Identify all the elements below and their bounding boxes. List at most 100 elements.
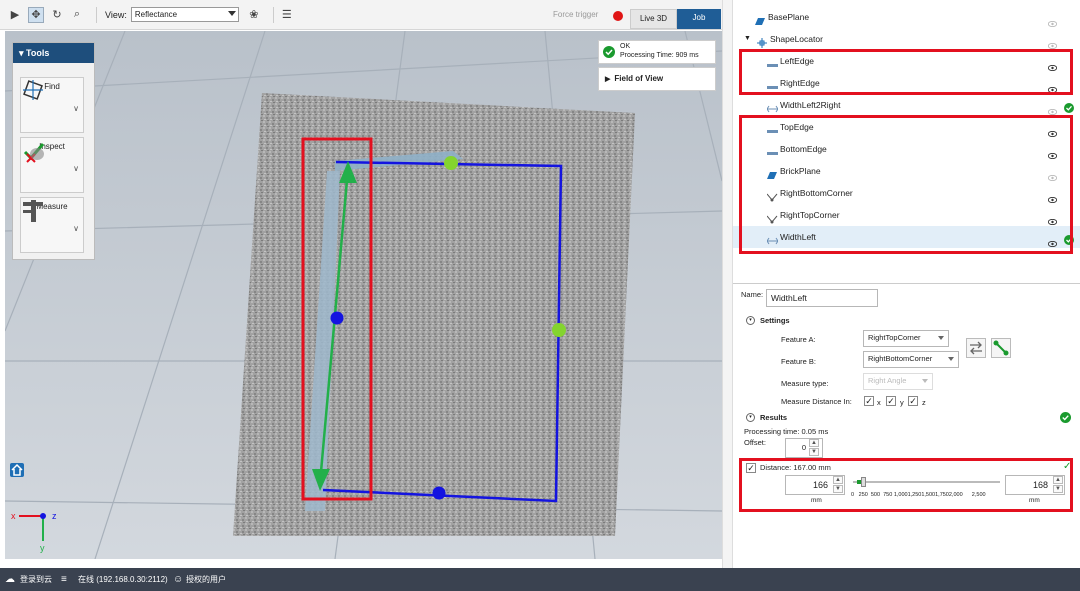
rotate-icon[interactable]: ↻: [50, 8, 64, 22]
distance-checkbox[interactable]: ✓: [746, 463, 756, 473]
chevron-right-icon: ▶: [605, 76, 611, 83]
connect-points-icon: [993, 340, 1009, 356]
axis-x-label: x: [877, 398, 881, 407]
name-field[interactable]: WidthLeft: [766, 289, 878, 307]
collapse-icon[interactable]: ▾: [746, 413, 755, 422]
name-label: Name:: [741, 290, 764, 299]
axis-z-checkbox[interactable]: ✓: [908, 396, 918, 406]
feature-b-value: RightBottomCorner: [868, 354, 933, 363]
swap-features-button[interactable]: [966, 338, 986, 358]
chevron-down-icon: [938, 336, 944, 340]
toolbar-divider: [272, 6, 274, 23]
max-increment-button[interactable]: ▲: [1053, 476, 1063, 484]
tree-item-label: WidthLeft2Right: [780, 100, 841, 110]
offset-decrement-button[interactable]: ▼: [809, 448, 819, 456]
record-icon[interactable]: [613, 11, 623, 21]
pointer-icon[interactable]: ▶: [8, 8, 22, 22]
locator-icon: [757, 34, 767, 48]
width-icon: [766, 100, 779, 113]
check-circle-icon: [1060, 412, 1071, 423]
status-ok-text: OK: [620, 43, 631, 50]
feature-b-label: Feature B:: [781, 357, 817, 366]
tools-panel-header[interactable]: ▾ Tools: [13, 43, 94, 63]
handle-left: [330, 311, 344, 325]
plane-icon: [755, 12, 765, 25]
axis-z-label: z: [922, 398, 926, 407]
measure-type-dropdown[interactable]: Right Angle: [863, 373, 933, 390]
zoom-icon[interactable]: ⌕: [70, 8, 84, 22]
toolbar-divider: [96, 6, 97, 23]
chevron-down-icon: ∨: [73, 224, 79, 233]
caliper-icon: [23, 200, 43, 222]
tools-panel: ▾ Tools Find ∨ Inspect ∨ Measure ∨: [12, 42, 95, 260]
tree-item-shapelocator[interactable]: ▼ ShapeLocator: [733, 28, 1080, 50]
chevron-down-icon: [948, 357, 954, 361]
tool-find-button[interactable]: Find ∨: [20, 77, 84, 133]
user-icon: ☺: [173, 574, 184, 585]
view-dropdown[interactable]: Reflectance: [130, 7, 239, 22]
force-trigger-button[interactable]: Force trigger: [553, 10, 598, 19]
3d-viewport[interactable]: ▾ Tools Find ∨ Inspect ∨ Measure ∨ OK Pr…: [5, 31, 722, 559]
axis-y-label: y: [900, 398, 904, 407]
find-tool-icon: [23, 80, 43, 100]
chevron-down-icon: ∨: [73, 164, 79, 173]
max-unit-label: mm: [1029, 497, 1040, 504]
tools-panel-title: Tools: [26, 48, 50, 58]
status-bar: ☁ 登录到云 ≡ 在线 (192.168.0.30:2112) ☺ 授权的用户: [0, 568, 1080, 591]
feature-b-dropdown[interactable]: RightBottomCorner: [863, 351, 959, 368]
3d-scene: [5, 31, 722, 559]
chevron-down-icon: ∨: [73, 104, 79, 113]
axis-x-checkbox[interactable]: ✓: [864, 396, 874, 406]
axis-y-checkbox[interactable]: ✓: [886, 396, 896, 406]
handle-top: [444, 156, 458, 170]
home-view-button[interactable]: [10, 463, 24, 477]
field-of-view-label: Field of View: [614, 74, 664, 83]
measure-distance-label: Measure Distance In:: [781, 397, 852, 406]
processing-time-text: Processing Time: 909 ms: [620, 52, 699, 59]
slider-handle-min[interactable]: [861, 477, 866, 487]
axis-label-x: x: [11, 511, 16, 521]
handle-right: [552, 323, 566, 337]
palette-icon[interactable]: ❀: [247, 8, 261, 22]
app-window: ▶ ✥ ↻ ⌕ View: Reflectance ❀ ☰ Force trig…: [0, 0, 1080, 591]
highlight-box-features: [739, 115, 1073, 254]
chevron-down-icon: [922, 379, 928, 383]
min-increment-button[interactable]: ▲: [833, 476, 843, 484]
expand-arrow-icon[interactable]: ▼: [744, 28, 751, 50]
pick-features-button[interactable]: [991, 338, 1011, 358]
pan-icon[interactable]: ✥: [28, 6, 44, 23]
distance-range-slider[interactable]: [853, 477, 1000, 487]
offset-label: Offset:: [744, 438, 766, 447]
feature-a-value: RightTopCorner: [868, 333, 921, 342]
properties-panel: Name: WidthLeft ▾ Settings Feature A: Ri…: [733, 278, 1080, 518]
user-status[interactable]: 授权的用户: [186, 568, 226, 591]
max-decrement-button[interactable]: ▼: [1053, 485, 1063, 493]
inspect-tool-icon: [23, 143, 45, 163]
view-label: View:: [105, 9, 127, 20]
processing-status: OK Processing Time: 909 ms: [598, 40, 716, 64]
measure-type-value: Right Angle: [868, 376, 907, 385]
device-icon: ≡: [61, 574, 67, 585]
feature-a-dropdown[interactable]: RightTopCorner: [863, 330, 949, 347]
check-icon: ✓: [1063, 461, 1072, 472]
cloud-icon: ☁: [5, 574, 15, 585]
offset-increment-button[interactable]: ▲: [809, 439, 819, 447]
axis-label-z: z: [52, 511, 57, 521]
processing-time-label: Processing time: 0.05 ms: [744, 427, 829, 436]
tree-item-widthleft2right[interactable]: WidthLeft2Right: [733, 94, 1080, 116]
field-of-view-toggle[interactable]: ▶ Field of View: [598, 67, 716, 91]
job-tree: BasePlane ▼ ShapeLocator LeftEdge RightEdge W…: [733, 0, 1080, 256]
home-icon: [11, 463, 23, 476]
panel-splitter[interactable]: [722, 0, 733, 568]
min-decrement-button[interactable]: ▼: [833, 485, 843, 493]
swap-icon: [970, 341, 982, 355]
tool-inspect-button[interactable]: Inspect ∨: [20, 137, 84, 193]
tab-live-3d[interactable]: Live 3D: [630, 9, 677, 29]
tool-measure-button[interactable]: Measure ∨: [20, 197, 84, 253]
highlight-box-edges: [739, 49, 1073, 95]
list-icon[interactable]: ☰: [280, 8, 294, 22]
cloud-login-link[interactable]: 登录到云: [20, 568, 52, 591]
collapse-icon[interactable]: ▾: [746, 316, 755, 325]
tab-job[interactable]: Job: [677, 9, 721, 29]
tree-item-baseplane[interactable]: BasePlane: [733, 6, 1080, 28]
